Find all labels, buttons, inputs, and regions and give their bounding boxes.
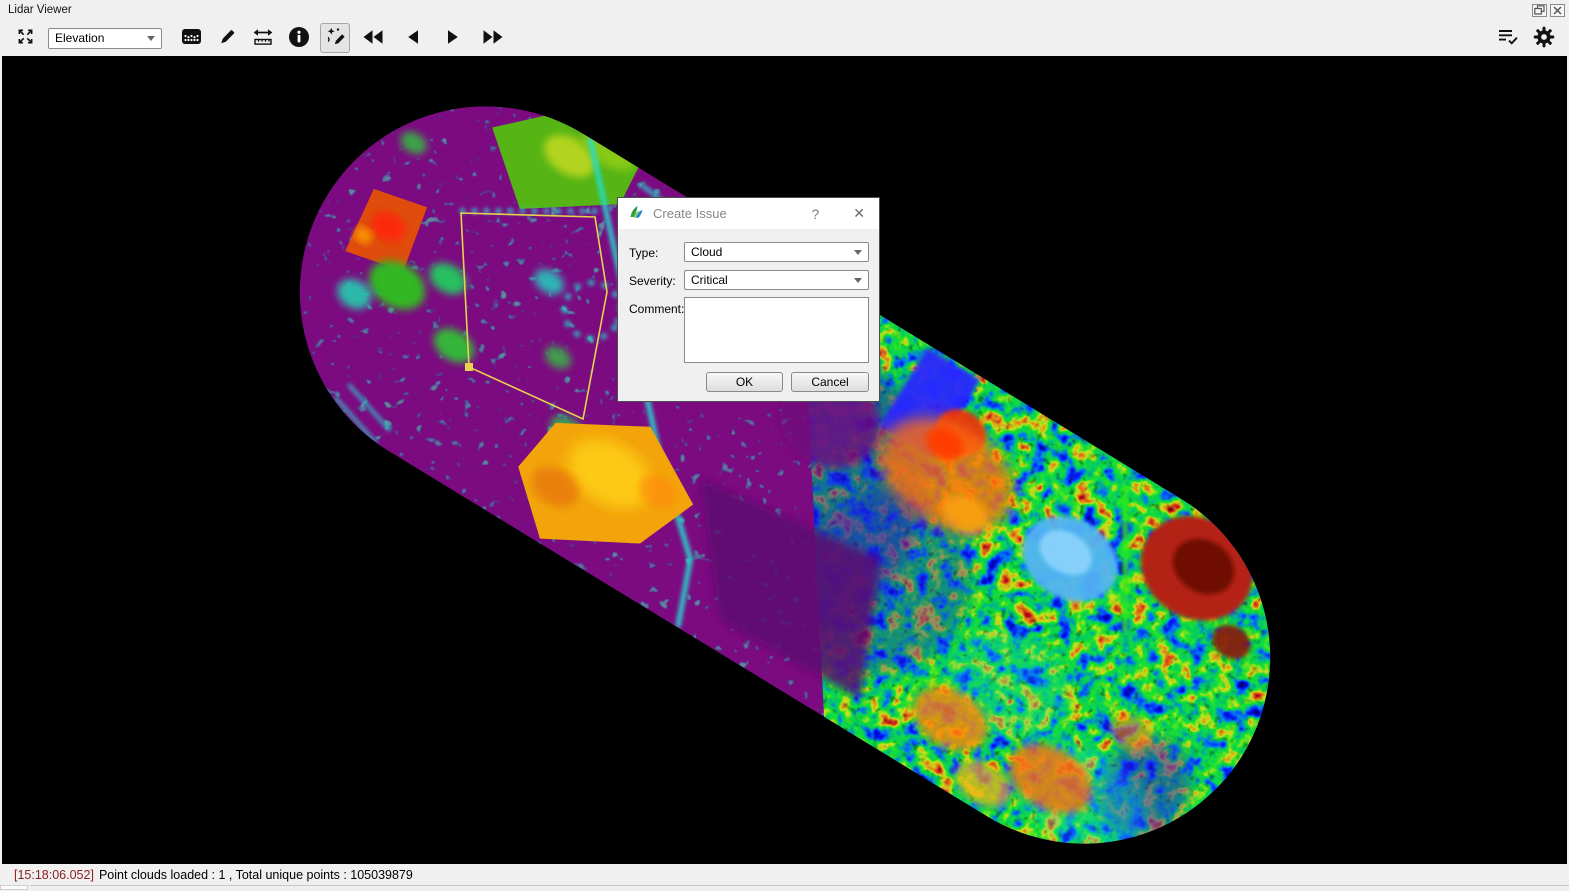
left-triangle-icon bbox=[405, 29, 421, 48]
list-check-icon bbox=[1497, 27, 1519, 49]
chevron-down-icon bbox=[854, 278, 862, 283]
gear-icon bbox=[1533, 26, 1555, 51]
type-select[interactable]: Cloud bbox=[684, 242, 869, 262]
viewport[interactable]: Create Issue ? ✕ Type: Cloud Severity: C… bbox=[2, 56, 1567, 864]
step-back-button[interactable] bbox=[396, 23, 430, 53]
scrollbar-groove bbox=[30, 885, 1569, 886]
dialog-titlebar[interactable]: Create Issue ? ✕ bbox=[618, 198, 879, 229]
colormap-value: Elevation bbox=[55, 31, 104, 45]
dialog-help-button[interactable]: ? bbox=[811, 206, 819, 222]
create-issue-dialog: Create Issue ? ✕ Type: Cloud Severity: C… bbox=[617, 197, 880, 402]
double-left-triangles-icon bbox=[361, 29, 385, 48]
status-message: Point clouds loaded : 1 , Total unique p… bbox=[99, 868, 413, 882]
ok-button[interactable]: OK bbox=[706, 372, 783, 392]
scrollbar-thumb[interactable] bbox=[0, 885, 28, 890]
fast-forward-button[interactable] bbox=[476, 23, 510, 53]
status-bar: [15:18:06.052] Point clouds loaded : 1 , … bbox=[0, 864, 1569, 891]
chevron-down-icon bbox=[147, 36, 155, 41]
fit-view-button[interactable] bbox=[10, 23, 40, 53]
play-button[interactable] bbox=[436, 23, 470, 53]
severity-label: Severity: bbox=[629, 274, 676, 288]
draw-button[interactable] bbox=[212, 23, 242, 53]
colormap-select[interactable]: Elevation bbox=[48, 28, 162, 49]
right-triangle-icon bbox=[445, 29, 461, 48]
comment-input[interactable] bbox=[684, 297, 869, 363]
rewind-button[interactable] bbox=[356, 23, 390, 53]
issue-list-button[interactable] bbox=[1493, 23, 1523, 53]
titlebar: Lidar Viewer bbox=[0, 0, 1569, 19]
cancel-button[interactable]: Cancel bbox=[791, 372, 869, 392]
type-label: Type: bbox=[629, 246, 658, 260]
texture-map-button[interactable] bbox=[176, 23, 206, 53]
toolbar: Elevation bbox=[0, 19, 1569, 57]
magic-pen-icon bbox=[325, 26, 346, 50]
restore-window-icon[interactable] bbox=[1532, 4, 1547, 17]
point-cloud-canvas[interactable] bbox=[2, 56, 1567, 864]
measure-button[interactable] bbox=[248, 23, 278, 53]
pencil-icon bbox=[218, 27, 237, 49]
dialog-title: Create Issue bbox=[653, 206, 727, 221]
settings-button[interactable] bbox=[1529, 23, 1559, 53]
window-title: Lidar Viewer bbox=[8, 4, 72, 16]
app-window: Lidar Viewer Elevation bbox=[0, 0, 1569, 891]
expand-arrows-icon bbox=[17, 28, 34, 48]
info-circle-icon bbox=[288, 26, 310, 51]
info-button[interactable] bbox=[284, 23, 314, 53]
window-controls bbox=[1532, 4, 1565, 17]
severity-select[interactable]: Critical bbox=[684, 270, 869, 290]
app-logo-icon bbox=[628, 204, 645, 224]
severity-value: Critical bbox=[691, 273, 728, 287]
texture-grid-icon bbox=[181, 27, 202, 49]
comment-label: Comment: bbox=[629, 302, 684, 316]
issue-annotation-handle[interactable] bbox=[465, 363, 473, 371]
horizontal-scrollbar[interactable] bbox=[0, 885, 1569, 891]
close-window-icon[interactable] bbox=[1550, 4, 1565, 17]
type-value: Cloud bbox=[691, 245, 722, 259]
status-timestamp: [15:18:06.052] bbox=[14, 868, 94, 882]
chevron-down-icon bbox=[854, 250, 862, 255]
double-right-triangles-icon bbox=[481, 29, 505, 48]
annotate-button[interactable] bbox=[320, 23, 350, 53]
measure-arrow-ruler-icon bbox=[251, 27, 275, 50]
dialog-close-icon[interactable]: ✕ bbox=[853, 205, 865, 222]
elevation-heatmap-capsule bbox=[229, 56, 1356, 864]
